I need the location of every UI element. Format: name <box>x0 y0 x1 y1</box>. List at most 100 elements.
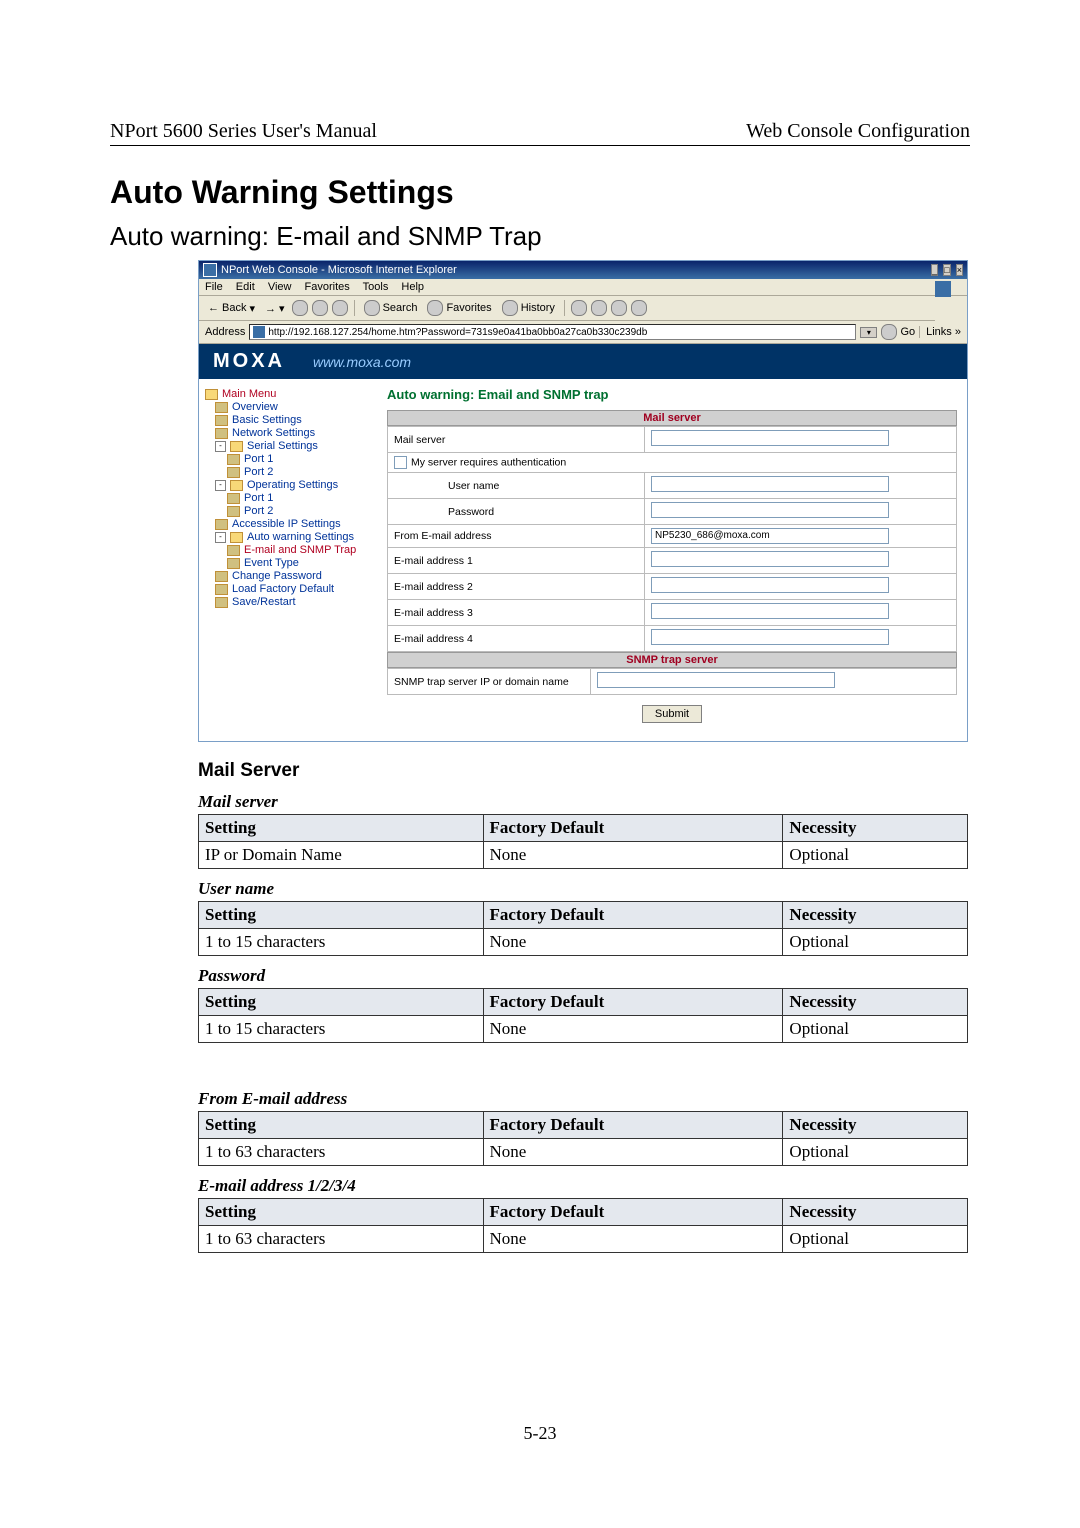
input-email3[interactable] <box>651 603 889 619</box>
input-password[interactable] <box>651 502 889 518</box>
th-necessity: Necessity <box>783 815 968 842</box>
maximize-button[interactable]: □ <box>943 264 950 276</box>
label-email2: E-mail address 2 <box>388 574 645 600</box>
menu-help[interactable]: Help <box>401 281 424 293</box>
go-button[interactable]: Go <box>881 324 915 340</box>
label-username: User name <box>388 473 645 499</box>
input-email2[interactable] <box>651 577 889 593</box>
history-button[interactable]: History <box>499 299 558 317</box>
sublabel-password: Password <box>198 966 970 986</box>
folder-icon <box>227 545 240 556</box>
mail-icon[interactable] <box>571 300 587 316</box>
label-email3: E-mail address 3 <box>388 600 645 626</box>
label-email1: E-mail address 1 <box>388 548 645 574</box>
sublabel-mailserver: Mail server <box>198 792 970 812</box>
checkbox-auth[interactable] <box>394 456 407 469</box>
sidebar-auto-warning[interactable]: Auto warning Settings <box>247 531 354 543</box>
sidebar-network[interactable]: Network Settings <box>232 427 315 439</box>
label-snmp-server: SNMP trap server IP or domain name <box>388 669 591 695</box>
sidebar-main-menu: Main Menu <box>222 388 276 400</box>
input-email4[interactable] <box>651 629 889 645</box>
favorites-button[interactable]: Favorites <box>424 299 494 317</box>
ie-icon <box>203 263 217 277</box>
menu-file[interactable]: File <box>205 281 223 293</box>
section-mail-server: Mail server <box>387 410 957 426</box>
stop-icon[interactable] <box>292 300 308 316</box>
edit-icon[interactable] <box>611 300 627 316</box>
sidebar-change-password[interactable]: Change Password <box>232 570 322 582</box>
sidebar-event-type[interactable]: Event Type <box>244 557 299 569</box>
search-button[interactable]: Search <box>361 299 421 317</box>
ie-logo-icon <box>935 281 951 297</box>
input-snmp-server[interactable] <box>597 672 835 688</box>
submit-button[interactable]: Submit <box>642 705 702 723</box>
refresh-icon[interactable] <box>312 300 328 316</box>
minimize-button[interactable]: _ <box>931 264 938 276</box>
tree-collapse-icon[interactable]: - <box>215 441 226 452</box>
sidebar-operating[interactable]: Operating Settings <box>247 479 338 491</box>
sidebar-serial-port1[interactable]: Port 1 <box>244 453 273 465</box>
toolbar: ← Back ▾ → ▾ Search Favorites History <box>199 296 935 321</box>
heading-2: Auto warning: E-mail and SNMP Trap <box>110 221 970 252</box>
window-titlebar: NPort Web Console - Microsoft Internet E… <box>199 261 967 279</box>
address-input[interactable]: http://192.168.127.254/home.htm?Password… <box>249 324 856 340</box>
label-password: Password <box>388 499 645 525</box>
menu-bar: File Edit View Favorites Tools Help <box>199 279 967 296</box>
input-mailserver[interactable] <box>651 430 889 446</box>
menu-tools[interactable]: Tools <box>363 281 389 293</box>
table-password: SettingFactory DefaultNecessity 1 to 15 … <box>198 988 968 1043</box>
sidebar-serial[interactable]: Serial Settings <box>247 440 318 452</box>
td-necessity: Optional <box>783 842 968 869</box>
input-username[interactable] <box>651 476 889 492</box>
sidebar-overview[interactable]: Overview <box>232 401 278 413</box>
sidebar-basic[interactable]: Basic Settings <box>232 414 302 426</box>
sidebar-op-port2[interactable]: Port 2 <box>244 505 273 517</box>
folder-icon <box>230 441 243 452</box>
sidebar-load-default[interactable]: Load Factory Default <box>232 583 334 595</box>
address-dropdown-icon[interactable]: ▾ <box>860 327 877 338</box>
menu-favorites[interactable]: Favorites <box>305 281 350 293</box>
sidebar-email-snmp[interactable]: E-mail and SNMP Trap <box>244 544 356 556</box>
table-addr: SettingFactory DefaultNecessity 1 to 63 … <box>198 1198 968 1253</box>
manual-title: NPort 5600 Series User's Manual <box>110 120 377 143</box>
discuss-icon[interactable] <box>631 300 647 316</box>
page-header: NPort 5600 Series User's Manual Web Cons… <box>110 120 970 146</box>
input-email1[interactable] <box>651 551 889 567</box>
mail-form-table: Mail server My server requires authentic… <box>387 426 957 652</box>
sidebar-op-port1[interactable]: Port 1 <box>244 492 273 504</box>
th-setting: Setting <box>199 815 484 842</box>
brand-url: www.moxa.com <box>313 354 411 370</box>
folder-icon <box>230 480 243 491</box>
links-label[interactable]: Links » <box>919 326 961 338</box>
back-button[interactable]: ← Back ▾ <box>205 301 258 316</box>
menu-edit[interactable]: Edit <box>236 281 255 293</box>
close-button[interactable]: × <box>956 264 963 276</box>
home-icon[interactable] <box>332 300 348 316</box>
folder-icon <box>205 389 218 400</box>
tree-collapse-icon[interactable]: - <box>215 480 226 491</box>
page-number: 5-23 <box>110 1423 970 1444</box>
label-from-email: From E-mail address <box>388 525 645 548</box>
menu-view[interactable]: View <box>268 281 292 293</box>
address-label: Address <box>205 326 245 338</box>
table-mailserver: SettingFactory DefaultNecessity IP or Do… <box>198 814 968 869</box>
forward-button[interactable]: → ▾ <box>262 301 288 316</box>
tree-collapse-icon[interactable]: - <box>215 532 226 543</box>
folder-icon <box>215 415 228 426</box>
sidebar-accessible-ip[interactable]: Accessible IP Settings <box>232 518 341 530</box>
folder-icon <box>215 428 228 439</box>
label-mailserver: Mail server <box>388 427 645 453</box>
sublabel-username: User name <box>198 879 970 899</box>
input-from-email[interactable]: NP5230_686@moxa.com <box>651 528 889 544</box>
folder-icon <box>215 402 228 413</box>
folder-icon <box>215 571 228 582</box>
sidebar-serial-port2[interactable]: Port 2 <box>244 466 273 478</box>
td-setting: IP or Domain Name <box>199 842 484 869</box>
th-default: Factory Default <box>483 815 783 842</box>
heading-3: Mail Server <box>198 760 970 782</box>
sidebar-save-restart[interactable]: Save/Restart <box>232 596 296 608</box>
address-bar: Address http://192.168.127.254/home.htm?… <box>199 321 967 344</box>
print-icon[interactable] <box>591 300 607 316</box>
brand-banner: MOXA www.moxa.com <box>199 344 967 379</box>
label-auth: My server requires authentication <box>411 456 566 468</box>
